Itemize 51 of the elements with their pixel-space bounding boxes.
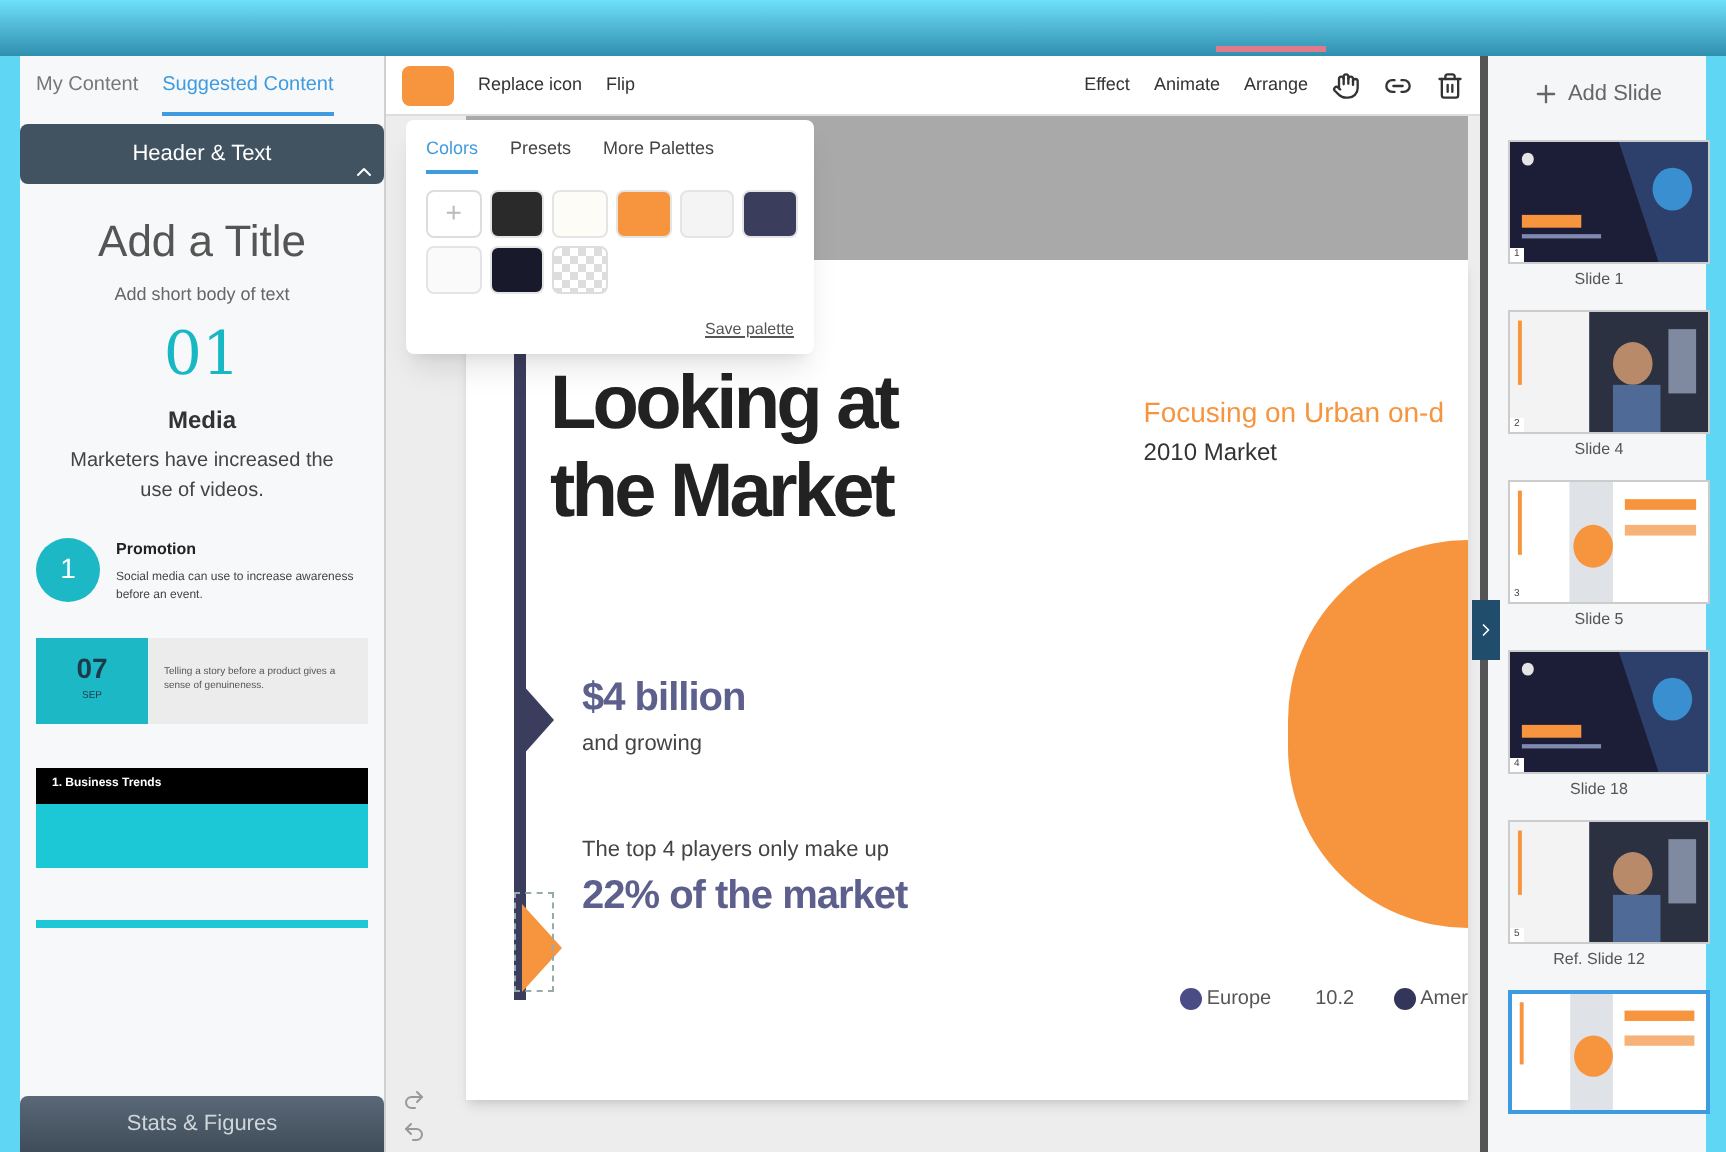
date-day: 07 [76,654,108,683]
toolbar-button[interactable]: Replace icon [478,71,583,99]
slide-label: Slide 4 [1574,438,1624,462]
slide-text: 2010 Market [1143,436,1279,470]
body-sample[interactable]: Marketers have increased the use of videos. [52,445,352,505]
stat-value: $4 billion [582,674,748,724]
section-header[interactable]: Stats & Figures [20,1096,384,1152]
toolbar-button[interactable]: Effect [1084,71,1130,99]
heading-sample[interactable]: Promotion [116,537,368,561]
toolbar-button[interactable]: Flip [606,71,636,99]
plus-icon [1531,80,1560,108]
legend-label: Europe [1206,986,1272,1014]
add-slide-button[interactable]: Add Slide [1488,56,1706,132]
undo-icon[interactable] [402,1120,426,1144]
slide-label: Slide 1 [1574,268,1624,292]
trash-icon[interactable] [1436,71,1464,99]
pointer-icon [522,684,554,756]
slide-label: Slide 5 [1574,608,1624,632]
color-swatch[interactable] [615,189,672,237]
active-tab-indicator [1216,46,1326,52]
slide-subtitle: Focusing on Urban on-d [1143,394,1444,432]
redo-icon[interactable] [402,1088,426,1112]
stat-caption: and growing [582,730,704,760]
stat-caption: The top 4 players only make up [582,835,891,865]
color-swatch[interactable] [742,189,798,237]
slide-label: Slide 18 [1570,778,1628,802]
stat-value: 22% of the market [582,872,910,922]
color-swatch[interactable] [489,189,545,237]
palette-tab[interactable]: Presets [510,136,572,173]
title-sample[interactable]: Add a Title [98,208,306,274]
color-swatch[interactable] [679,189,735,237]
palette-tab[interactable]: More Palettes [603,136,715,173]
toolbar-button[interactable]: Animate [1153,71,1220,99]
section-header[interactable]: Header & Text [20,124,384,184]
color-swatch[interactable] [489,245,545,293]
color-swatch[interactable] [552,189,608,237]
legend-label: Amer [1420,986,1468,1014]
body-sample[interactable]: Add short body of text [114,282,290,309]
hand-icon[interactable] [1332,71,1360,99]
slide-panel-toggle[interactable] [1472,600,1500,660]
slide-title: Looking at the Market [550,360,900,536]
slide-label: Ref. Slide 12 [1553,948,1645,972]
heading-sample[interactable]: Media [167,401,236,437]
save-palette-link[interactable]: Save palette [705,317,794,341]
sidebar-tab[interactable]: My Content [36,70,139,116]
legend-value: 10.2 [1315,986,1355,1014]
selection-frame[interactable] [514,892,554,992]
transparent-swatch[interactable] [552,245,608,293]
color-swatch[interactable] [426,245,482,293]
color-swatch-button[interactable] [402,65,454,105]
toolbar-button[interactable]: Arrange [1243,71,1308,99]
